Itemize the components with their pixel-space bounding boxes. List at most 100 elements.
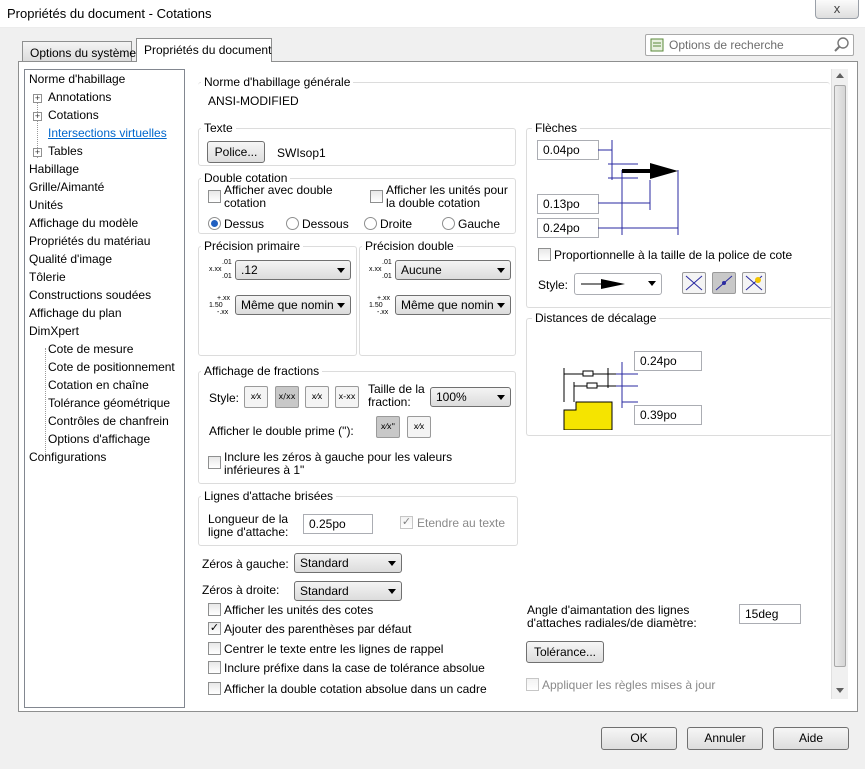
cancel-button[interactable]: Annuler bbox=[687, 727, 763, 750]
left-zeros-select[interactable]: Standard bbox=[294, 553, 402, 573]
scroll-up-icon[interactable] bbox=[836, 73, 844, 78]
precision-double-tolerance-select[interactable]: Même que nomin bbox=[395, 295, 511, 315]
search-placeholder: Options de recherche bbox=[669, 38, 784, 52]
tree-item-habillage[interactable]: Habillage bbox=[29, 162, 79, 176]
proportional-checkbox[interactable] bbox=[538, 248, 551, 261]
tree-item-materiau[interactable]: Propriétés du matériau bbox=[29, 234, 150, 248]
help-button[interactable]: Aide bbox=[773, 727, 849, 750]
title-bar: Propriétés du document - Cotations x bbox=[0, 0, 865, 28]
tree-item-dimxpert[interactable]: DimXpert bbox=[29, 324, 79, 338]
snap-angle-label: Angle d'aimantation des lignes d'attache… bbox=[527, 603, 697, 630]
scroll-thumb[interactable] bbox=[834, 85, 846, 667]
arrow-size-3-input[interactable]: 0.24po bbox=[537, 218, 599, 238]
tolerance-button[interactable]: Tolérance... bbox=[526, 641, 604, 663]
double-cotation-label: Afficher avec double cotation bbox=[224, 183, 333, 210]
search-input[interactable]: Options de recherche bbox=[645, 34, 854, 56]
tree-item-cotation-chaine[interactable]: Cotation en chaîne bbox=[48, 378, 149, 392]
radio-droite[interactable] bbox=[364, 217, 377, 230]
tree-item-soudees[interactable]: Constructions soudées bbox=[29, 288, 151, 302]
leading-zeros-checkbox[interactable] bbox=[208, 456, 221, 469]
scroll-down-icon[interactable] bbox=[836, 688, 844, 693]
tree-item-norme[interactable]: Norme d'habillage bbox=[29, 72, 125, 86]
window-title: Propriétés du document - Cotations bbox=[7, 6, 212, 21]
arrow-style-select[interactable] bbox=[574, 273, 662, 295]
dual-frame-checkbox[interactable] bbox=[208, 682, 221, 695]
double-prime-off-icon[interactable]: x⁄x bbox=[407, 416, 431, 438]
arrow-size-2-input[interactable]: 0.13po bbox=[537, 194, 599, 214]
leader-length-input[interactable]: 0.25po bbox=[303, 514, 373, 534]
expand-cotations-icon[interactable]: + bbox=[33, 112, 42, 121]
tree-item-tolerie[interactable]: Tôlerie bbox=[29, 270, 66, 284]
fraction-style-2-icon[interactable]: x/xx bbox=[275, 386, 299, 408]
offset-1-input[interactable]: 0.24po bbox=[634, 351, 702, 371]
dual-frame-label: Afficher la double cotation absolue dans… bbox=[224, 682, 487, 696]
decalage-caption: Distances de décalage bbox=[532, 311, 660, 325]
precision-double-select[interactable]: Aucune bbox=[395, 260, 511, 280]
apply-rules-checkbox[interactable] bbox=[526, 678, 539, 691]
tree-item-cotations[interactable]: Cotations bbox=[48, 108, 99, 122]
search-icon[interactable] bbox=[834, 37, 850, 53]
tree-item-plan[interactable]: Affichage du plan bbox=[29, 306, 122, 320]
tree-item-tables[interactable]: Tables bbox=[48, 144, 83, 158]
texte-caption: Texte bbox=[201, 121, 236, 135]
tree-item-configurations[interactable]: Configurations bbox=[29, 450, 106, 464]
tree-item-options-affichage[interactable]: Options d'affichage bbox=[48, 432, 150, 446]
tree-item-grille[interactable]: Grille/Aimanté bbox=[29, 180, 104, 194]
snap-angle-input[interactable]: 15deg bbox=[739, 604, 801, 624]
norme-value: ANSI-MODIFIED bbox=[208, 94, 299, 108]
tab-options-systeme[interactable]: Options du système bbox=[22, 41, 136, 61]
show-units-checkbox[interactable] bbox=[208, 603, 221, 616]
proportional-label: Proportionnelle à la taille de la police… bbox=[554, 248, 793, 262]
center-text-checkbox[interactable] bbox=[208, 642, 221, 655]
show-units-label: Afficher les unités des cotes bbox=[224, 603, 374, 617]
fraction-style-3-icon[interactable]: x⁄x bbox=[305, 386, 329, 408]
offset-2-input[interactable]: 0.39po bbox=[634, 405, 702, 425]
arrow-smart-icon[interactable] bbox=[742, 272, 766, 294]
tree-item-annotations[interactable]: Annotations bbox=[48, 90, 111, 104]
tree-item-qualite[interactable]: Qualité d'image bbox=[29, 252, 112, 266]
tree-item-unites[interactable]: Unités bbox=[29, 198, 63, 212]
right-zeros-select[interactable]: Standard bbox=[294, 581, 402, 601]
arrow-size-1-input[interactable]: 0.04po bbox=[537, 140, 599, 160]
radio-gauche[interactable] bbox=[442, 217, 455, 230]
precision-primaire-icon-1: .01 x.xx .01 bbox=[209, 259, 232, 280]
font-button[interactable]: Police... bbox=[207, 141, 265, 163]
precision-double-caption: Précision double bbox=[362, 239, 457, 253]
center-text-label: Centrer le texte entre les lignes de rap… bbox=[224, 642, 444, 656]
fraction-size-select[interactable]: 100% bbox=[430, 387, 511, 407]
tab-proprietes-document[interactable]: Propriétés du document bbox=[136, 38, 272, 62]
leading-zeros-label: Inclure les zéros à gauche pour les vale… bbox=[224, 450, 453, 477]
tree-item-chanfrein[interactable]: Contrôles de chanfrein bbox=[48, 414, 169, 428]
precision-primaire-select[interactable]: .12 bbox=[235, 260, 351, 280]
arrow-outside-icon[interactable] bbox=[712, 272, 736, 294]
double-units-checkbox[interactable] bbox=[370, 190, 383, 203]
vertical-scrollbar[interactable] bbox=[831, 69, 848, 699]
lignes-caption: Lignes d'attache brisées bbox=[201, 489, 337, 503]
radio-dessus-label: Dessus bbox=[224, 217, 265, 231]
tree-item-tolerance-geo[interactable]: Tolérance géométrique bbox=[48, 396, 170, 410]
tree-item-cote-position[interactable]: Cote de positionnement bbox=[48, 360, 175, 374]
expand-annotations-icon[interactable]: + bbox=[33, 94, 42, 103]
tree-item-cote-mesure[interactable]: Cote de mesure bbox=[48, 342, 133, 356]
extend-text-checkbox[interactable]: ✓ bbox=[400, 516, 413, 529]
radio-dessous[interactable] bbox=[286, 217, 299, 230]
double-prime-label: Afficher le double prime ("): bbox=[209, 424, 354, 438]
double-cotation-checkbox[interactable] bbox=[208, 190, 221, 203]
arrow-inside-icon[interactable] bbox=[682, 272, 706, 294]
fraction-style-1-icon[interactable]: x⁄x bbox=[244, 386, 268, 408]
font-name: SWIsop1 bbox=[277, 146, 326, 160]
tree-item-intersections[interactable]: Intersections virtuelles bbox=[48, 126, 167, 140]
close-button[interactable]: x bbox=[815, 0, 859, 19]
tree-item-affichage-modele[interactable]: Affichage du modèle bbox=[29, 216, 138, 230]
fraction-style-label: Style: bbox=[209, 391, 240, 405]
prefix-tolerance-checkbox[interactable] bbox=[208, 661, 221, 674]
precision-double-icon-2: +.xx 1.50 -.xx bbox=[369, 295, 391, 316]
double-prime-on-icon[interactable]: x⁄x" bbox=[376, 416, 400, 438]
radio-dessus[interactable] bbox=[208, 217, 221, 230]
parentheses-checkbox[interactable]: ✓ bbox=[208, 622, 221, 635]
fraction-style-4-icon[interactable]: x-xx bbox=[335, 386, 359, 408]
double-units-label: Afficher les unités pour la double cotat… bbox=[386, 183, 508, 210]
ok-button[interactable]: OK bbox=[601, 727, 677, 750]
expand-tables-icon[interactable]: + bbox=[33, 148, 42, 157]
precision-primaire-tolerance-select[interactable]: Même que nomin bbox=[235, 295, 351, 315]
